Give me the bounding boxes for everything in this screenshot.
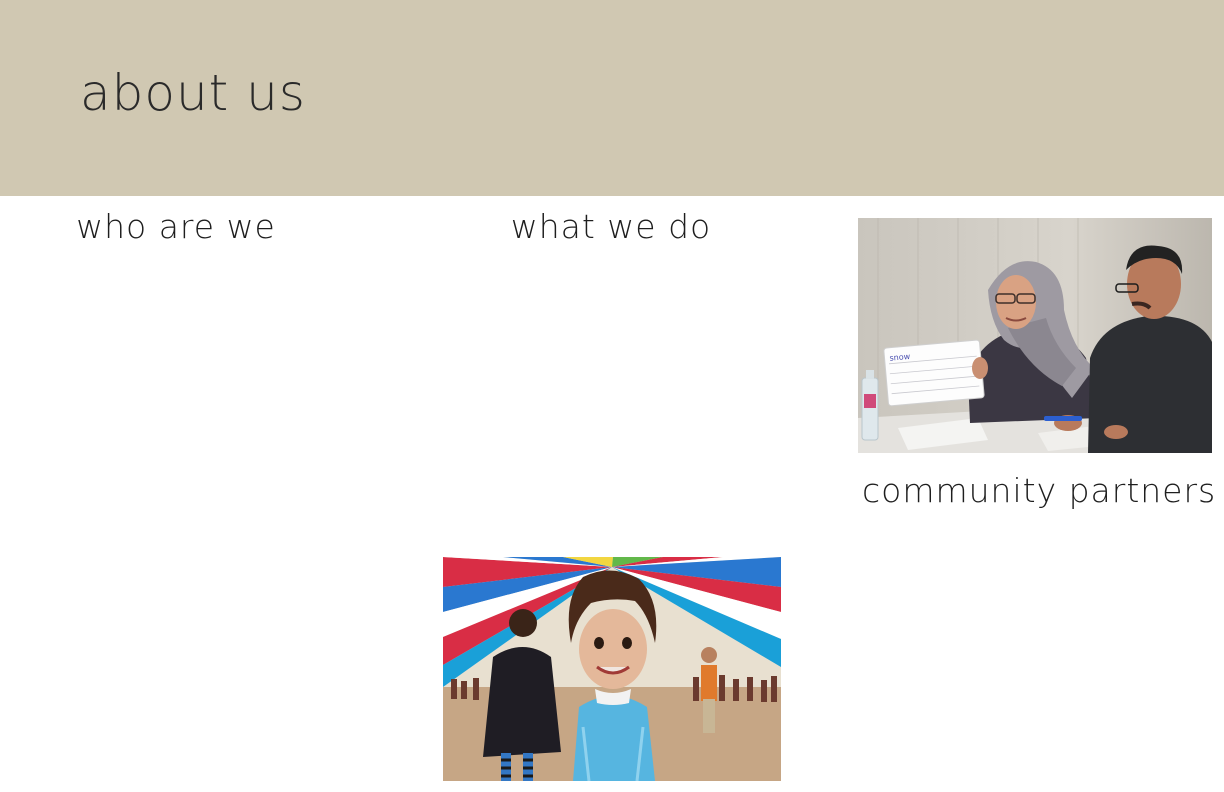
about-us-page: about us who are we what we do snow comm…	[0, 0, 1224, 792]
who-are-we-link[interactable]: who are we	[76, 205, 276, 249]
community-partners-link[interactable]: community partners	[862, 469, 1215, 513]
header-band: about us	[0, 0, 1224, 196]
what-we-do-link[interactable]: what we do	[505, 205, 717, 249]
community-partners-photo[interactable]: snow	[858, 218, 1212, 453]
parachute-photo-graphic	[443, 557, 781, 781]
classroom-photo-graphic: snow	[858, 218, 1212, 453]
parachute-photo[interactable]	[443, 557, 781, 781]
whiteboard-text: snow	[889, 352, 911, 363]
page-title: about us	[80, 64, 306, 122]
